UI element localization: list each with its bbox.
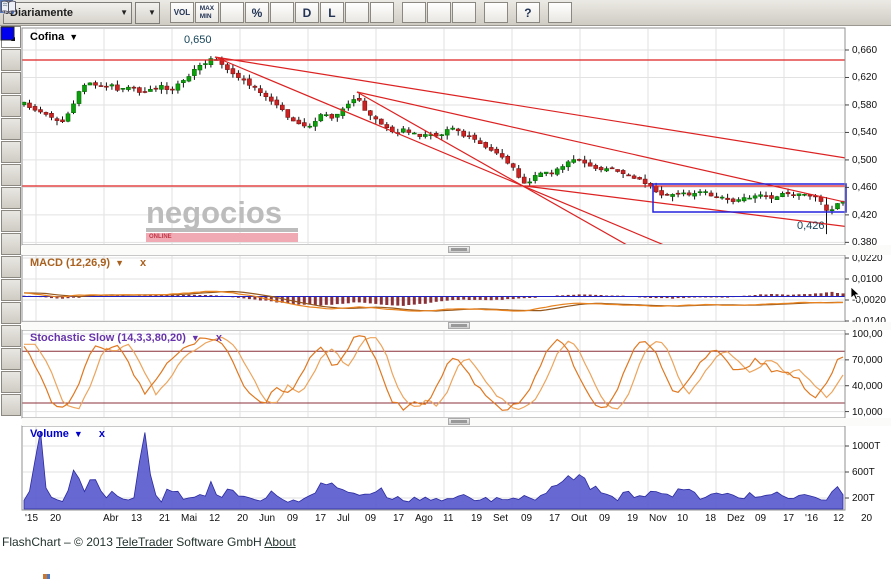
macd-close-button[interactable]: x	[140, 257, 146, 269]
panel-splitter	[22, 322, 891, 330]
teletrader-link[interactable]: TeleTrader	[116, 535, 173, 549]
flashchart-window: Diariamente▼▼VOLMAXMIN%DLL? SA 0,6600,62…	[0, 0, 891, 584]
trendlines	[22, 57, 858, 245]
main-panel-title: Cofina ▼	[30, 31, 78, 43]
macd-panel-title: MACD (12,26,9) ▼ x	[30, 257, 146, 269]
stoch-d-line	[24, 337, 843, 409]
gridlines	[23, 29, 844, 509]
volume-panel-title: Volume ▼ x	[30, 428, 105, 440]
y-axis-label: 0,620	[852, 72, 877, 83]
x-axis-label: 17	[315, 513, 326, 524]
x-axis-label: 17	[783, 513, 794, 524]
x-axis-label: 20	[237, 513, 248, 524]
panel-splitter-handle[interactable]	[448, 418, 470, 425]
x-axis-label: 21	[159, 513, 170, 524]
x-axis-label: 19	[471, 513, 482, 524]
volume-close-button[interactable]: x	[99, 428, 105, 440]
x-axis-label: Dez	[727, 513, 745, 524]
x-axis-label: 11	[443, 513, 453, 524]
y-axis-label: 0,0100	[852, 274, 883, 285]
y-axis-label: 600T	[852, 467, 875, 478]
x-axis-label: 12	[833, 513, 844, 524]
macd-signal-line	[24, 292, 843, 312]
stochastic-dropdown-arrow-icon[interactable]: ▼	[191, 333, 200, 343]
y-axis-label: 0,420	[852, 210, 877, 221]
x-axis-label: 19	[627, 513, 638, 524]
panel-splitter	[22, 245, 891, 255]
x-axis-label: '15	[25, 513, 38, 524]
symbol-dropdown-arrow-icon[interactable]: ▼	[69, 32, 78, 42]
x-axis-label: Set	[493, 513, 508, 524]
y-axis-label: 10,000	[852, 407, 883, 418]
x-axis-label: Jul	[337, 513, 350, 524]
x-axis-label: 10	[677, 513, 688, 524]
screen-artifact	[43, 574, 50, 579]
footer-copyright: FlashChart – © 2013	[2, 535, 113, 549]
footer-company: Software GmbH	[176, 535, 261, 549]
macd-label: MACD (12,26,9)	[30, 257, 110, 269]
about-link[interactable]: About	[264, 535, 295, 549]
x-axis-label: 17	[549, 513, 560, 524]
x-axis-label: 17	[393, 513, 404, 524]
axis-ticks	[845, 50, 849, 498]
mouse-cursor	[851, 287, 863, 301]
stoch-k-line	[24, 336, 843, 411]
y-axis-label: 100,00	[852, 329, 883, 340]
y-axis-label: 0,660	[852, 45, 877, 56]
x-axis-label: '16	[805, 513, 818, 524]
y-axis-label: 0,500	[852, 155, 877, 166]
panel-splitter-handle[interactable]	[448, 246, 470, 253]
symbol-name: Cofina	[30, 31, 64, 43]
x-axis-label: Abr	[103, 513, 119, 524]
stochastic-label: Stochastic Slow (14,3,3,80,20)	[30, 332, 186, 344]
x-axis-label: 09	[287, 513, 298, 524]
status-bar: FlashChart – © 2013 TeleTrader Software …	[2, 535, 296, 549]
x-axis-label: 09	[599, 513, 610, 524]
x-axis-label: Out	[571, 513, 587, 524]
y-axis-label: 0,540	[852, 127, 877, 138]
x-axis-label: Ago	[415, 513, 433, 524]
last-price-annotation: 0,426	[797, 220, 825, 232]
volume-label: Volume	[30, 428, 69, 440]
high-price-annotation: 0,650	[184, 34, 212, 46]
macd-histogram	[23, 292, 845, 306]
x-axis-label: 12	[209, 513, 220, 524]
y-axis-label: 40,000	[852, 381, 883, 392]
volume-dropdown-arrow-icon[interactable]: ▼	[74, 429, 83, 439]
x-axis-label: Mai	[181, 513, 197, 524]
panel-splitter	[22, 418, 891, 426]
y-axis-label: 70,000	[852, 355, 883, 366]
candlestick-series	[22, 56, 845, 234]
chart-canvas[interactable]	[0, 0, 891, 584]
macd-dropdown-arrow-icon[interactable]: ▼	[115, 258, 124, 268]
volume-series	[24, 431, 843, 509]
stochastic-panel-title: Stochastic Slow (14,3,3,80,20) ▼ x	[30, 332, 222, 344]
y-axis-label: 0,460	[852, 182, 877, 193]
x-axis-label: 20	[861, 513, 872, 524]
x-axis-label: 09	[755, 513, 766, 524]
x-axis-label: 13	[131, 513, 142, 524]
x-axis-label: 20	[50, 513, 61, 524]
stochastic-close-button[interactable]: x	[216, 332, 222, 344]
panel-splitter-handle[interactable]	[448, 322, 470, 329]
x-axis-label: 18	[705, 513, 716, 524]
y-axis-label: 200T	[852, 493, 875, 504]
x-axis-label: Nov	[649, 513, 667, 524]
y-axis-label: 0,580	[852, 100, 877, 111]
y-axis-label: 1000T	[852, 441, 880, 452]
x-axis-label: 09	[365, 513, 376, 524]
x-axis-label: Jun	[259, 513, 275, 524]
x-axis-label: 09	[521, 513, 532, 524]
